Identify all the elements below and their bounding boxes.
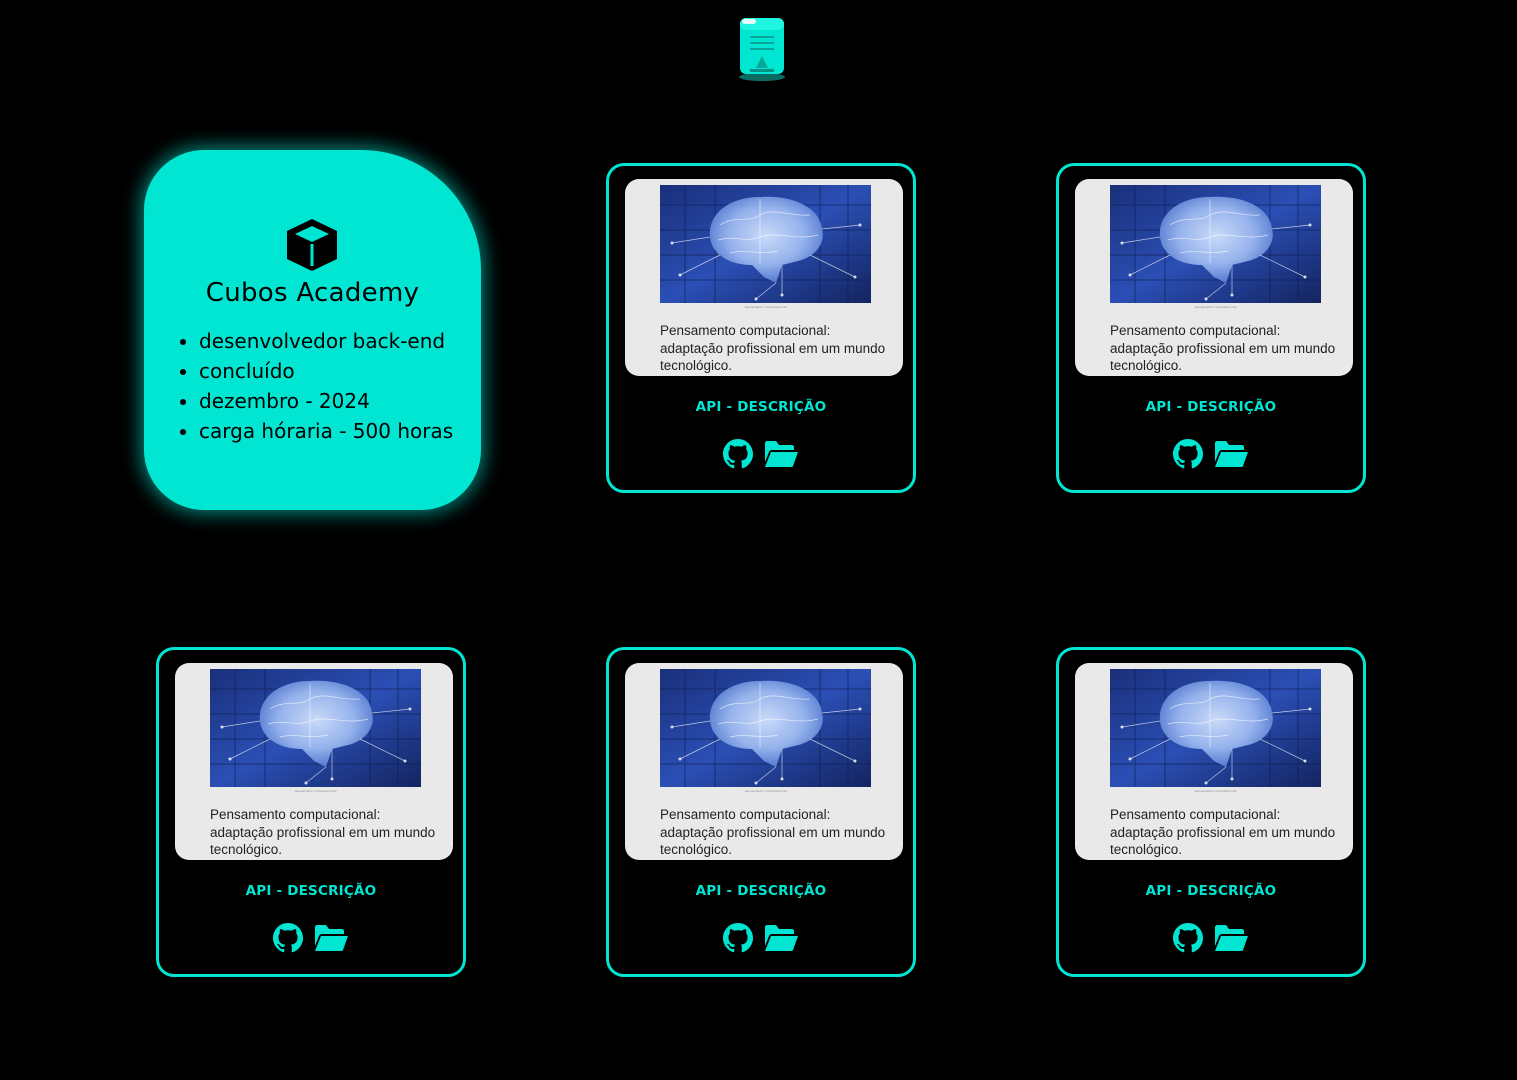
project-card: pensamento computacional Pensamento comp… — [606, 163, 916, 493]
course-details-list: desenvolvedor back-end concluído dezembr… — [174, 326, 453, 446]
github-icon[interactable] — [273, 923, 303, 953]
project-thumbnail[interactable]: pensamento computacional Pensamento comp… — [1075, 663, 1353, 860]
folder-open-icon[interactable] — [763, 440, 799, 468]
project-card: pensamento computacional Pensamento comp… — [156, 647, 466, 977]
project-links — [1059, 922, 1363, 954]
thumbnail-caption: Pensamento computacional: adaptação prof… — [660, 807, 886, 857]
project-title: API - DESCRIÇÃO — [245, 883, 377, 899]
project-thumbnail[interactable]: pensamento computacional Pensamento comp… — [625, 179, 903, 376]
brain-circuit-image — [1110, 669, 1321, 787]
course-detail-item: desenvolvedor back-end — [199, 326, 453, 356]
project-links — [1059, 438, 1363, 470]
project-card: pensamento computacional Pensamento comp… — [606, 647, 916, 977]
project-thumbnail[interactable]: pensamento computacional Pensamento comp… — [625, 663, 903, 860]
thumbnail-caption: Pensamento computacional: adaptação prof… — [210, 807, 436, 857]
course-detail-item: dezembro - 2024 — [199, 386, 453, 416]
project-title: API - DESCRIÇÃO — [1145, 883, 1277, 899]
folder-open-icon[interactable] — [1213, 924, 1249, 952]
image-credit: pensamento computacional — [744, 789, 787, 793]
cube-icon — [287, 219, 337, 271]
image-credit: pensamento computacional — [1194, 305, 1237, 309]
thumbnail-caption: Pensamento computacional: adaptação prof… — [660, 323, 886, 373]
image-credit: pensamento computacional — [1194, 789, 1237, 793]
folder-open-icon[interactable] — [1213, 440, 1249, 468]
project-card: pensamento computacional Pensamento comp… — [1056, 163, 1366, 493]
project-title: API - DESCRIÇÃO — [695, 883, 827, 899]
page: Cubos Academy desenvolvedor back-end con… — [0, 0, 1517, 1080]
thumbnail-caption: Pensamento computacional: adaptação prof… — [1110, 323, 1336, 373]
brain-circuit-image — [660, 669, 871, 787]
course-title: Cubos Academy — [205, 278, 420, 308]
course-detail-item: concluído — [199, 356, 453, 386]
thumbnail-caption: Pensamento computacional: adaptação prof… — [1110, 807, 1336, 857]
project-title: API - DESCRIÇÃO — [1145, 399, 1277, 415]
brain-circuit-image — [210, 669, 421, 787]
project-thumbnail[interactable]: pensamento computacional Pensamento comp… — [1075, 179, 1353, 376]
github-icon[interactable] — [1173, 923, 1203, 953]
certificate-scroll-icon[interactable] — [736, 16, 788, 82]
course-detail-item: carga hóraria - 500 horas — [199, 416, 453, 446]
brain-circuit-image — [1110, 185, 1321, 303]
project-card: pensamento computacional Pensamento comp… — [1056, 647, 1366, 977]
project-title: API - DESCRIÇÃO — [695, 399, 827, 415]
github-icon[interactable] — [1173, 439, 1203, 469]
folder-open-icon[interactable] — [763, 924, 799, 952]
course-card: Cubos Academy desenvolvedor back-end con… — [144, 150, 481, 510]
brain-circuit-image — [660, 185, 871, 303]
github-icon[interactable] — [723, 923, 753, 953]
github-icon[interactable] — [723, 439, 753, 469]
project-links — [609, 438, 913, 470]
image-credit: pensamento computacional — [744, 305, 787, 309]
project-links — [159, 922, 463, 954]
project-thumbnail[interactable]: pensamento computacional Pensamento comp… — [175, 663, 453, 860]
folder-open-icon[interactable] — [313, 924, 349, 952]
image-credit: pensamento computacional — [294, 789, 337, 793]
project-links — [609, 922, 913, 954]
